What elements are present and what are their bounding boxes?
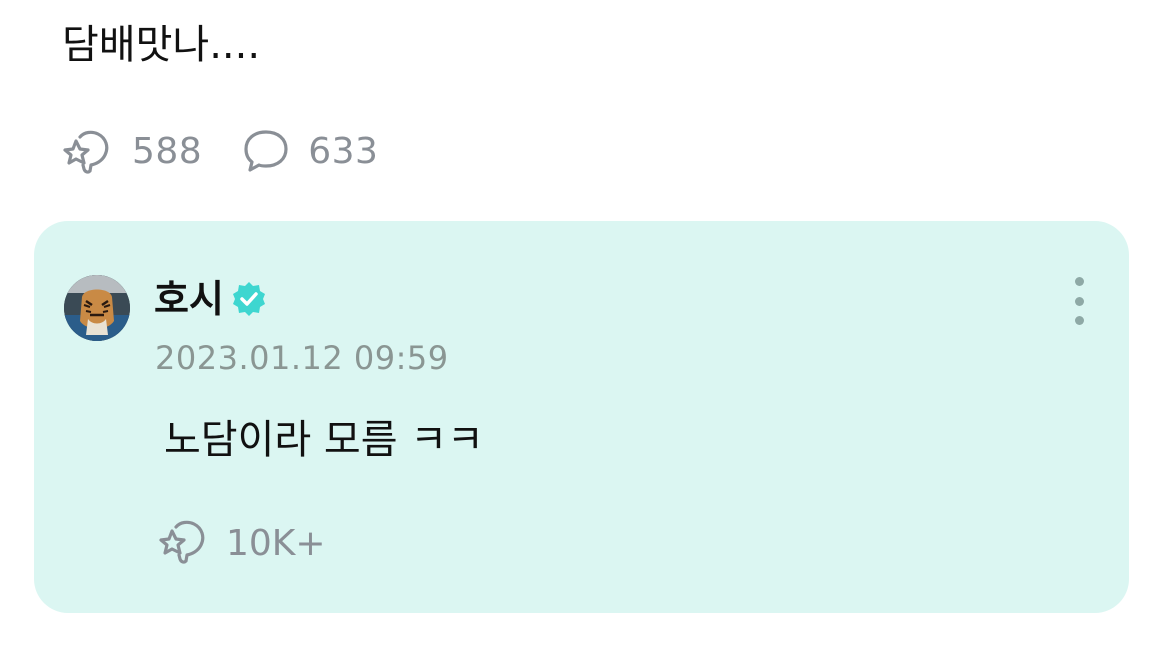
reply-timestamp: 2023.01.12 09:59 <box>155 339 449 377</box>
comment-button[interactable]: 633 <box>242 127 378 175</box>
author-name[interactable]: 호시 <box>154 277 224 321</box>
more-options-button[interactable] <box>1069 277 1089 325</box>
post-text: 담배맛나.... <box>62 22 261 68</box>
more-vertical-icon <box>1074 277 1084 286</box>
like-icon <box>60 127 112 175</box>
post-detail: 담배맛나.... 588 633 호시 2023.01.12 09:59 노담이… <box>0 0 1159 647</box>
reply-like-button[interactable]: 10K+ <box>156 518 326 568</box>
post-actions: 588 633 <box>60 126 378 176</box>
comment-count: 633 <box>308 130 379 172</box>
reply-card: 호시 2023.01.12 09:59 노담이라 모름 ㅋㅋ 10K+ <box>34 221 1129 613</box>
like-count: 588 <box>132 130 203 172</box>
reply-like-count: 10K+ <box>226 522 326 564</box>
more-vertical-icon-dot <box>1074 296 1084 306</box>
like-button[interactable]: 588 <box>60 127 202 175</box>
reply-author: 호시 <box>154 277 268 321</box>
like-icon <box>156 518 206 568</box>
avatar[interactable] <box>64 275 130 341</box>
reply-text: 노담이라 모름 ㅋㅋ <box>164 417 484 463</box>
verified-badge-icon <box>230 280 268 318</box>
comment-icon <box>242 127 294 175</box>
more-vertical-icon-dot <box>1074 316 1084 325</box>
